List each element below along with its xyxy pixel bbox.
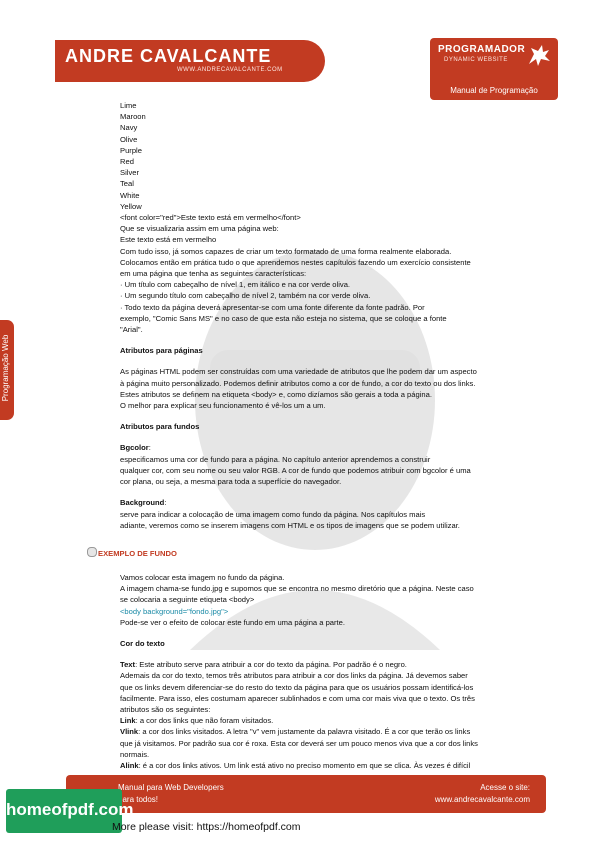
brand-title: PROGRAMADOR [438, 44, 526, 55]
main-content: Lime Maroon Navy Olive Purple Red Silver… [120, 100, 520, 531]
color-item: Silver [120, 168, 139, 178]
footer-banner: Manual para Web Developers para todos! A… [66, 775, 546, 813]
paragraph-line: adiante, veremos como se inserem imagens… [120, 520, 460, 530]
color-item: Teal [120, 179, 134, 189]
exercise-line: "Arial". [120, 325, 143, 335]
section-title-attr-bg: Atributos para fundos [120, 422, 200, 432]
paragraph-line: atributos são os seguintes: [120, 705, 211, 715]
background-label-line: Background: [120, 497, 520, 508]
homeofpdf-badge-text: homeofpdf.com [6, 800, 134, 819]
manual-label: Manual de Programação [450, 86, 538, 95]
paragraph-line: à página muito personalizado. Podemos de… [120, 378, 476, 388]
side-tab: Programação Web [0, 320, 14, 420]
color-item: Yellow [120, 201, 142, 211]
paragraph-line: serve para indicar a colocação de uma im… [120, 509, 426, 519]
alink-attr-line: Alink: é a cor dos links ativos. Um link… [120, 760, 520, 771]
bgcolor-colon: : [148, 443, 151, 453]
paragraph-line: A imagem chama-se fundo.jpg e supomos qu… [120, 584, 474, 594]
exercise-line: Colocamos então em prática tudo o que ap… [120, 257, 471, 267]
paragraph-line: Vamos colocar esta imagem no fundo da pá… [120, 573, 285, 582]
text-attr-line: Text: Este atributo serve para atribuir … [120, 659, 520, 670]
paragraph-line: qualquer cor, com seu nome ou seu valor … [120, 465, 471, 475]
logo-text: ANDRE CAVALCANTE [65, 46, 272, 66]
example-heading-text: EXEMPLO DE FUNDO [98, 549, 177, 558]
exercise-line: em uma página que tenha as seguintes car… [120, 269, 307, 279]
homeofpdf-badge[interactable]: homeofpdf.com [6, 789, 134, 833]
alink-desc: : é a cor dos links ativos. Um link está… [138, 761, 471, 771]
color-item: Purple [120, 145, 142, 155]
link-desc: : a cor dos links que não foram visitado… [135, 716, 274, 726]
section-title-text-color: Cor do texto [120, 639, 165, 649]
paragraph-line: se colocaria a seguinte etiqueta <body> [120, 595, 255, 605]
footer-right-line1: Acesse o site: [480, 783, 530, 792]
brand-subtitle: DYNAMIC WEBSITE [444, 57, 508, 63]
vlink-attr-line: Vlink: a cor dos links visitados. A letr… [120, 726, 520, 737]
exercise-line: · Um segundo título com cabeçalho de nív… [120, 291, 371, 301]
header-brand-box: PROGRAMADOR DYNAMIC WEBSITE Manual de Pr… [430, 38, 558, 100]
paragraph-line: Ademais da cor do texto, temos três atri… [120, 671, 468, 681]
exercise-line: · Um título com cabeçalho de nível 1, em… [120, 280, 351, 290]
view-result: Este texto está em vermelho [120, 235, 217, 245]
exercise-line: Com tudo isso, já somos capazes de criar… [120, 246, 452, 256]
text-desc: : Este atributo serve para atribuir a co… [135, 660, 407, 670]
vlink-label: Vlink [120, 727, 139, 737]
paragraph-line: As páginas HTML podem ser construídas co… [120, 367, 477, 377]
view-intro: Que se visualizaria assim em uma página … [120, 224, 279, 234]
vlink-desc: : a cor dos links visitados. A letra "v"… [138, 727, 471, 737]
color-item: Olive [120, 134, 138, 144]
color-item: Lime [120, 101, 137, 110]
visit-link[interactable]: More please visit: https://homeofpdf.com [112, 821, 301, 833]
paragraph-line: que os links devem diferenciar-se do res… [120, 682, 474, 692]
color-item: Navy [120, 123, 138, 133]
bgcolor-label-line: Bgcolor: [120, 442, 520, 453]
code-example: <body background="fondo.jpg"> [120, 606, 229, 616]
paragraph-line: cor plana, ou seja, a mesma para toda a … [120, 477, 342, 487]
alink-label: Alink [120, 761, 139, 771]
paragraph-line: Pode-se ver o efeito de colocar este fun… [120, 617, 345, 627]
section-title-attr-pages: Atributos para páginas [120, 346, 203, 356]
bullet-icon [87, 547, 97, 557]
background-colon: : [164, 498, 167, 508]
main-content-continued: Vamos colocar esta imagem no fundo da pá… [120, 572, 520, 771]
paragraph-line: Estes atributos se definem na etiqueta <… [120, 389, 432, 399]
paragraph-line: que já visitamos. Por padrão sua cor é r… [120, 738, 478, 748]
logo-site: WWW.ANDRECAVALCANTE.COM [177, 67, 283, 73]
color-item: Maroon [120, 112, 146, 122]
link-attr-line: Link: a cor dos links que não foram visi… [120, 715, 520, 726]
footer-site-link[interactable]: www.andrecavalcante.com [435, 795, 530, 804]
paragraph-line: facilmente. Para isso, eles costumam apa… [120, 693, 475, 703]
bgcolor-label: Bgcolor [120, 443, 149, 453]
paragraph-line: normais. [120, 749, 150, 759]
background-label: Background [120, 498, 165, 508]
exercise-line: exemplo, "Comic Sans MS" e no caso de qu… [120, 313, 447, 323]
font-example: <font color="red">Este texto está em ver… [120, 213, 301, 223]
exercise-line: · Todo texto da página deverá apresentar… [120, 302, 425, 312]
paragraph-line: especificamos uma cor de fundo para a pá… [120, 454, 431, 464]
link-label: Link [120, 716, 136, 726]
color-item: Red [120, 157, 134, 167]
side-tab-label: Programação Web [1, 334, 10, 402]
example-heading: EXEMPLO DE FUNDO [87, 547, 177, 558]
paragraph-line: O melhor para explicar seu funcionamento… [120, 401, 326, 411]
footer-left-line1: Manual para Web Developers [118, 783, 224, 792]
dragon-icon [529, 45, 550, 66]
header-logo-banner: ANDRE CAVALCANTE WWW.ANDRECAVALCANTE.COM [55, 40, 325, 82]
color-item: White [120, 190, 140, 200]
text-label: Text [120, 660, 136, 670]
